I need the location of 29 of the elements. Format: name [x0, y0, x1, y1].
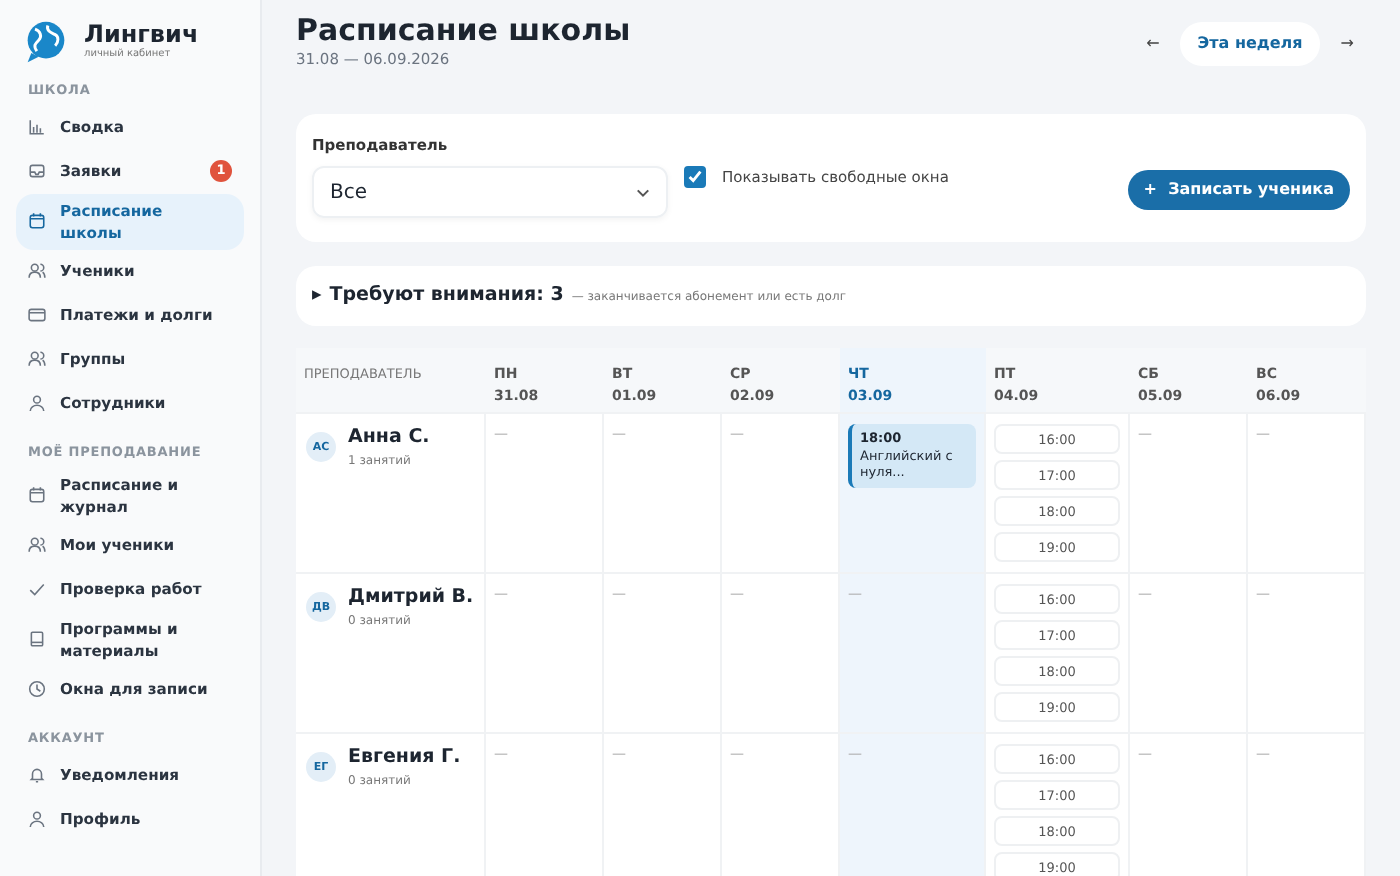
clock-icon — [28, 680, 46, 699]
book-icon — [28, 630, 46, 649]
teacher-name: Дмитрий В. — [348, 586, 474, 612]
bell-icon — [28, 765, 46, 784]
calendar-icon — [28, 212, 46, 231]
brand-name: Лингвич — [84, 21, 199, 48]
chevron-down-icon — [636, 187, 650, 197]
card-icon — [28, 306, 46, 325]
previous-week-button[interactable]: ← — [1134, 24, 1172, 64]
user-icon — [28, 394, 46, 413]
teacher-name: Анна С. — [348, 426, 430, 452]
globe-logo-icon — [24, 20, 68, 64]
next-week-button[interactable]: → — [1328, 24, 1366, 64]
enroll-student-button[interactable]: + Записать ученика — [1127, 169, 1350, 210]
users-icon — [28, 262, 46, 281]
chart-icon — [28, 118, 46, 137]
calendar-icon — [28, 486, 46, 505]
teacher-name: Евгения Г. — [348, 746, 461, 772]
page-title: Расписание школы — [296, 14, 631, 47]
attention-title: Требуют внимания: 3 — [329, 282, 564, 310]
users-icon — [28, 350, 46, 369]
expand-marker: ▸ — [312, 282, 322, 310]
checkbox[interactable] — [684, 165, 706, 188]
this-week-button[interactable]: Эта неделя — [1179, 22, 1321, 66]
users-icon — [28, 536, 46, 555]
teacher-select[interactable]: Все — [312, 166, 668, 218]
check-icon — [28, 580, 46, 599]
user-icon — [28, 809, 46, 828]
inbox-icon — [28, 162, 46, 181]
